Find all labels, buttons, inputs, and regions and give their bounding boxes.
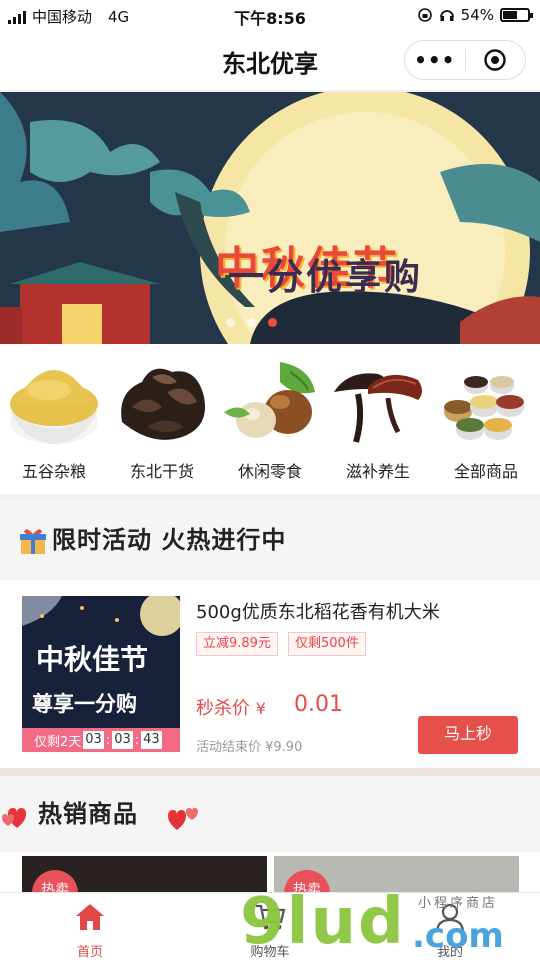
carousel-dot[interactable] — [226, 318, 235, 327]
currency-symbol: ¥ — [255, 699, 266, 718]
hazelnuts-icon — [224, 362, 315, 438]
hot-products-grid: 热卖 热卖 — [0, 852, 540, 892]
rotation-lock-icon — [417, 8, 432, 22]
millet-bowl-icon — [10, 370, 98, 444]
hot-products-title: 热销商品 — [38, 800, 138, 828]
close-miniprogram-button[interactable] — [465, 48, 525, 72]
hot-product-card[interactable]: 热卖 — [274, 856, 519, 892]
hot-product-card[interactable]: 热卖 — [22, 856, 267, 892]
battery-icon — [500, 8, 533, 22]
lingzhi-mushroom-icon — [334, 373, 422, 443]
miniprogram-capsule: ••• — [404, 40, 526, 80]
banner-subline: 一分优享购 — [228, 256, 424, 298]
category-grains[interactable]: 五谷杂粮 — [0, 344, 108, 494]
hearts-icon — [168, 808, 198, 830]
category-label: 滋补养生 — [345, 462, 410, 481]
price-label-text: 秒杀价 — [196, 698, 250, 719]
countdown-seconds: 43 — [141, 731, 162, 749]
category-health[interactable]: 滋补养生 — [324, 344, 432, 494]
product-name[interactable]: 500g优质东北稻花香有机大米 — [196, 598, 440, 624]
home-icon — [76, 904, 104, 930]
more-menu-button[interactable]: ••• — [405, 48, 465, 72]
cart-icon — [256, 904, 286, 930]
category-label: 全部商品 — [453, 462, 518, 481]
hot-products-header: 热销商品 — [0, 768, 540, 852]
product-image: 中秋佳节 尊享一分购 仅剩2天 03: 03: 43 — [22, 596, 180, 752]
flash-sale-header: 限时活动 火热进行中 — [0, 500, 540, 580]
category-dried-goods[interactable]: 东北干货 — [108, 344, 216, 494]
carousel-dot[interactable] — [247, 318, 256, 327]
tab-label: 购物车 — [250, 945, 290, 960]
navigation-bar: 东北优享 ••• — [0, 30, 540, 90]
category-label: 东北干货 — [129, 462, 194, 481]
black-fungus-icon — [121, 368, 206, 440]
status-right: 54% — [417, 6, 533, 24]
flash-sale-card[interactable]: 中秋佳节 尊享一分购 仅剩2天 03: 03: 43 500g优质东北稻花香有机… — [0, 580, 540, 768]
target-icon — [484, 49, 506, 71]
countdown-minutes: 03 — [112, 731, 133, 749]
end-price: 活动结束价 ¥9.90 — [196, 740, 303, 755]
hot-badge: 热卖 — [32, 870, 78, 892]
category-label: 休闲零食 — [237, 462, 302, 481]
headphones-icon — [439, 10, 454, 21]
stock-tag: 仅剩500件 — [288, 632, 366, 656]
hearts-icon — [2, 808, 26, 828]
tab-label: 首页 — [76, 945, 103, 960]
category-snacks[interactable]: 休闲零食 — [216, 344, 324, 494]
banner-artwork — [0, 92, 540, 344]
user-icon — [435, 903, 465, 932]
product-image-subtitle: 尊享一分购 — [32, 691, 137, 716]
status-bar: 中国移动 4G 下午8:56 54% — [0, 0, 540, 30]
price-label: 秒杀价 ¥ — [196, 694, 266, 720]
buy-now-button[interactable]: 马上秒 — [418, 716, 518, 754]
flash-sale-title: 限时活动 火热进行中 — [52, 526, 287, 554]
tab-home[interactable]: 首页 — [0, 893, 180, 960]
battery-percent: 54% — [460, 6, 494, 24]
category-all[interactable]: 全部商品 — [432, 344, 540, 494]
battery-level — [503, 11, 518, 19]
grain-assortment-icon — [444, 376, 524, 440]
tab-label: 我的 — [436, 945, 463, 960]
promo-banner[interactable]: 中秋佳节 一分优享购 — [0, 92, 540, 344]
carousel-indicators — [226, 318, 277, 327]
hot-badge: 热卖 — [284, 870, 330, 892]
countdown-timer: 仅剩2天 03: 03: 43 — [22, 728, 180, 752]
tab-cart[interactable]: 购物车 — [180, 893, 360, 960]
tab-bar: 首页 购物车 我的 — [0, 892, 540, 960]
discount-tag: 立减9.89元 — [196, 632, 278, 656]
product-image-title: 中秋佳节 — [36, 643, 149, 676]
countdown-hours: 03 — [83, 731, 104, 749]
countdown-prefix: 仅剩2天 — [34, 734, 82, 750]
category-grid: 五谷杂粮 东北干货 休闲零食 滋补养生 全部商品 — [0, 344, 540, 494]
category-label: 五谷杂粮 — [21, 462, 86, 481]
gift-icon — [20, 529, 46, 554]
carousel-dot-active[interactable] — [268, 318, 277, 327]
flash-price: 0.01 — [294, 692, 343, 717]
tab-profile[interactable]: 我的 — [360, 893, 540, 960]
